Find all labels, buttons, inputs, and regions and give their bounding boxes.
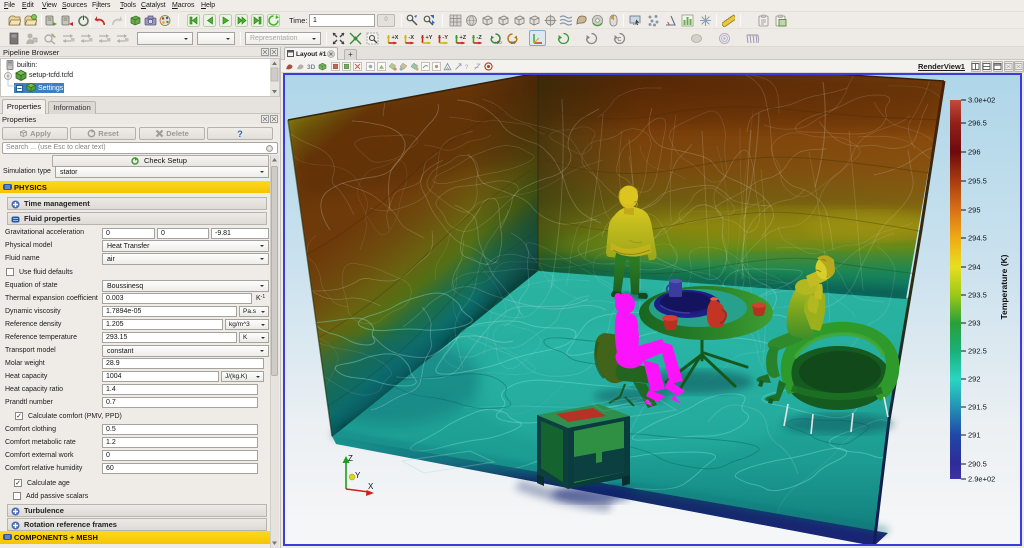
svg-text:+X: +X	[392, 35, 399, 41]
svg-text:291.5: 291.5	[968, 403, 987, 412]
svg-text:290.5: 290.5	[968, 460, 987, 469]
svg-text:295.5: 295.5	[968, 177, 987, 186]
svg-text:292: 292	[968, 375, 981, 384]
svg-text:296.5: 296.5	[968, 119, 987, 128]
svg-text:293: 293	[968, 319, 981, 328]
svg-text:+90: +90	[494, 40, 502, 45]
svg-text:+Y: +Y	[426, 35, 433, 41]
svg-text:293.5: 293.5	[968, 291, 987, 300]
svg-text:+Z: +Z	[460, 35, 467, 41]
svg-text:Z: Z	[348, 454, 353, 463]
svg-text:3.0e+02: 3.0e+02	[968, 96, 995, 105]
svg-text:-Y: -Y	[443, 35, 449, 41]
svg-text:294: 294	[968, 263, 981, 272]
svg-text:-90: -90	[509, 40, 516, 45]
svg-text:-Z: -Z	[477, 35, 483, 41]
svg-text:296: 296	[968, 148, 981, 157]
svg-text:X: X	[368, 482, 374, 491]
svg-text:294.5: 294.5	[968, 234, 987, 243]
svg-text:Y: Y	[355, 471, 361, 480]
svg-text:2.9e+02: 2.9e+02	[968, 475, 995, 484]
svg-text:292.5: 292.5	[968, 347, 987, 356]
svg-text:291: 291	[968, 431, 981, 440]
svg-text:-X: -X	[409, 35, 415, 41]
svg-text:Temperature (K): Temperature (K)	[999, 254, 1009, 319]
svg-text:295: 295	[968, 206, 981, 215]
svg-text:C: C	[618, 37, 622, 43]
